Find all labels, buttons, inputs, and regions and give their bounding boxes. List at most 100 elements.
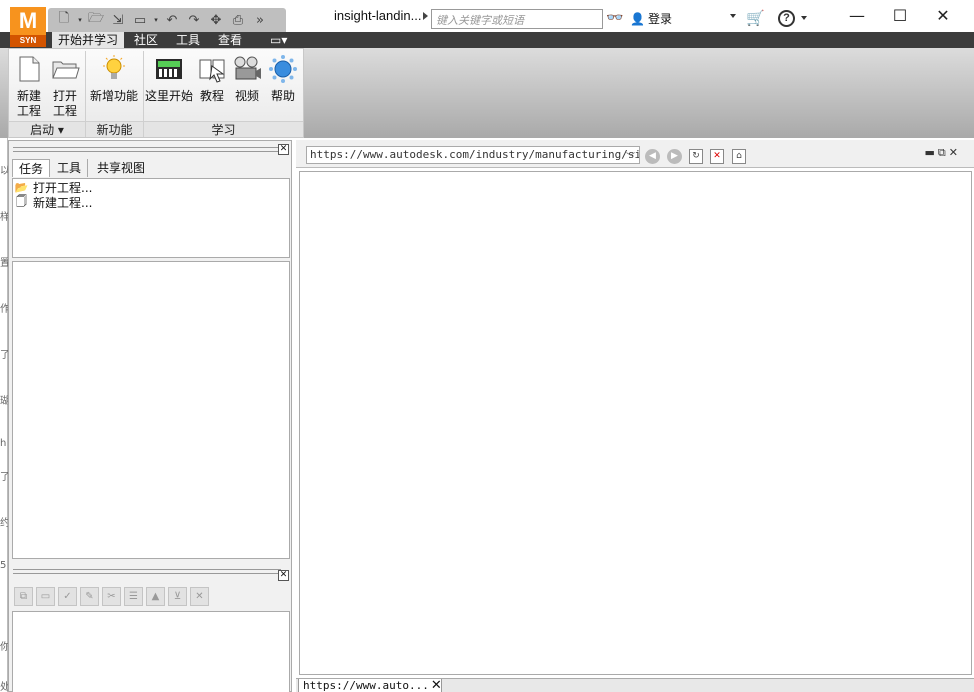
video-icon [231, 53, 263, 85]
chevron-down-icon[interactable]: ▾ [152, 16, 160, 24]
properties-area [12, 261, 290, 559]
open-project-icon [49, 53, 81, 85]
help-label: 帮助 [270, 89, 295, 103]
app-logo-sub: SYN [10, 35, 46, 47]
restore-pane-icon[interactable]: ⧉ [938, 146, 946, 160]
undo-icon[interactable]: ↶ [162, 10, 182, 30]
ribbon-groups: 新建 工程 打开 工程 新增功能 这里开始 教程 视频 帮助 启动 ▾ 新功能 … [8, 48, 304, 138]
save-icon[interactable]: ▭ [130, 10, 150, 30]
wrench-icon[interactable]: ✎ [80, 586, 99, 606]
tab-view[interactable]: 查看 [218, 32, 242, 48]
back-icon[interactable]: ◀ [645, 149, 660, 164]
task-new-project[interactable]: 🗍 新建工程... [14, 195, 289, 210]
list-icon[interactable]: ☰ [124, 586, 143, 606]
maximize-button[interactable]: ☐ [885, 6, 915, 26]
import-icon[interactable]: ⇲ [108, 10, 128, 30]
tab-tasks[interactable]: 任务 [12, 159, 51, 177]
document-tab-label: https://www.auto... [303, 679, 429, 692]
refresh-icon[interactable]: ↻ [689, 149, 703, 164]
close-button[interactable]: ✕ [928, 6, 958, 26]
delete-icon[interactable]: ✕ [190, 586, 209, 606]
new-features-label: 新增功能 [89, 89, 138, 103]
panel-grip[interactable] [13, 147, 281, 152]
minimize-pane-icon[interactable]: ▬ [925, 146, 935, 160]
task-panel: ✕ 任务 工具 共享视图 📂 打开工程... 🗍 新建工程... ✕ ⧉ ▭ ✓… [8, 140, 292, 692]
new-file-icon: 🗍 [16, 195, 27, 208]
redo-icon[interactable]: ↷ [184, 10, 204, 30]
video-label: 视频 [234, 89, 259, 103]
copy-icon[interactable]: ⧉ [14, 586, 33, 606]
signin-label: 登录 [647, 12, 672, 26]
close-tab-icon[interactable]: ✕ [431, 678, 442, 692]
stop-icon[interactable]: ✕ [710, 149, 724, 164]
new-features-button[interactable]: 新增功能 [89, 53, 139, 104]
close-panel-icon[interactable]: ✕ [278, 570, 289, 581]
document-tab-bar: https://www.auto... ✕ [296, 678, 974, 692]
new-project-button[interactable]: 新建 工程 [13, 53, 45, 119]
background-window-edge: 以 样 置 作 了 瑚 h 了 约 5 你 处 [0, 138, 10, 692]
start-here-label: 这里开始 [145, 89, 194, 103]
task-list: 📂 打开工程... 🗍 新建工程... [12, 178, 290, 258]
app-logo-letter: M [10, 7, 46, 35]
tutorial-button[interactable]: 教程 [197, 53, 227, 104]
new-project-icon [13, 53, 45, 85]
tutorial-icon [196, 53, 228, 85]
home-icon[interactable]: ⌂ [732, 149, 746, 164]
forward-icon[interactable]: ▶ [667, 149, 682, 164]
tools-icon[interactable]: ✂ [102, 586, 121, 606]
rectangle-icon[interactable]: ▭ [36, 586, 55, 606]
cart-icon[interactable]: 🛒 [746, 9, 765, 27]
quick-access-toolbar: 🗋 ▾ 🗁 ⇲ ▭ ▾ ↶ ↷ ✥ ⎙ » [48, 8, 286, 32]
browser-content[interactable] [299, 171, 972, 675]
print-icon[interactable]: ⎙ [228, 10, 248, 30]
ribbon-options-icon[interactable]: ▭▾ [270, 32, 287, 48]
binoculars-icon[interactable]: 👓 [606, 10, 623, 26]
task-open-project[interactable]: 📂 打开工程... [14, 180, 289, 195]
tutorial-label: 教程 [199, 89, 224, 103]
help-ribbon-button[interactable]: 帮助 [267, 53, 299, 104]
tab-tools[interactable]: 工具 [176, 32, 200, 48]
lightbulb-icon [98, 53, 130, 85]
url-input[interactable]: https://www.autodesk.com/industry/manufa… [306, 146, 640, 164]
up-icon[interactable]: ▲ [146, 586, 165, 606]
pane-controls: ▬ ⧉ ✕ [925, 146, 958, 160]
filter-icon[interactable]: ⊻ [168, 586, 187, 606]
move-icon[interactable]: ✥ [206, 10, 226, 30]
group-label-new-features: 新功能 [86, 121, 143, 137]
start-here-button[interactable]: 这里开始 [145, 53, 193, 104]
tab-community[interactable]: 社区 [134, 32, 158, 48]
user-icon: 👤 [630, 11, 645, 26]
help-icon[interactable]: ? [778, 10, 795, 27]
tab-shared-views[interactable]: 共享视图 [91, 159, 151, 177]
tab-start-learn[interactable]: 开始并学习 [52, 32, 125, 48]
signin-button[interactable]: 👤 登录 [630, 10, 672, 27]
open-project-label: 打开 工程 [52, 89, 77, 118]
browser-toolbar: https://www.autodesk.com/industry/manufa… [296, 140, 974, 168]
group-label-launch[interactable]: 启动 ▾ [9, 121, 85, 137]
task-label: 新建工程... [33, 196, 93, 210]
chevron-right-icon[interactable] [423, 12, 428, 20]
close-panel-icon[interactable]: ✕ [278, 144, 289, 155]
chevron-down-icon[interactable]: ▾ [76, 16, 84, 24]
video-button[interactable]: 视频 [231, 53, 263, 104]
check-icon[interactable]: ✓ [58, 586, 77, 606]
document-title: insight-landin... [334, 8, 422, 23]
search-input[interactable]: 键入关键字或短语 [431, 9, 603, 29]
open-project-button[interactable]: 打开 工程 [49, 53, 81, 119]
tab-tools-panel[interactable]: 工具 [51, 159, 89, 177]
panel-toolbar: ⧉ ▭ ✓ ✎ ✂ ☰ ▲ ⊻ ✕ [12, 584, 290, 608]
document-tab[interactable]: https://www.auto... ✕ [298, 678, 442, 692]
app-menu-button[interactable]: M SYN [10, 7, 46, 47]
chevron-down-icon[interactable] [730, 14, 736, 18]
chevron-down-icon[interactable]: ﹀ [626, 150, 635, 163]
title-bar: M SYN 🗋 ▾ 🗁 ⇲ ▭ ▾ ↶ ↷ ✥ ⎙ » insight-land… [0, 0, 974, 47]
minimize-button[interactable]: — [842, 6, 872, 26]
browser-pane: https://www.autodesk.com/industry/manufa… [296, 138, 974, 692]
start-here-icon [153, 53, 185, 85]
open-folder-icon[interactable]: 🗁 [86, 10, 106, 30]
panel-grip[interactable] [13, 569, 281, 574]
chevron-down-icon[interactable] [801, 16, 807, 20]
expand-toolbar-icon[interactable]: » [250, 10, 270, 30]
new-file-icon[interactable]: 🗋 [54, 10, 74, 30]
close-pane-icon[interactable]: ✕ [949, 146, 958, 160]
